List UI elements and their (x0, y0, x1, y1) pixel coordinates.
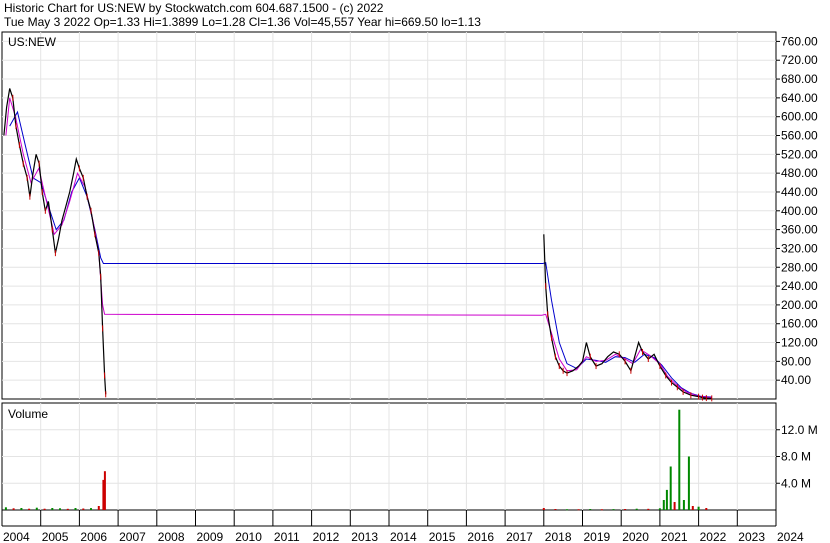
y-tick-label: 560.00 (781, 129, 818, 143)
x-tick-label: 2013 (351, 530, 378, 543)
volume-bar (669, 466, 672, 510)
volume-bar (59, 508, 61, 510)
x-tick-label: 2005 (42, 530, 69, 543)
volume-bar (600, 509, 603, 511)
x-tick-label: 2021 (661, 530, 688, 543)
y-tick-label: 480.00 (781, 166, 818, 180)
volume-bar (589, 509, 592, 510)
x-tick-label: 2020 (622, 530, 649, 543)
y-tick-label: 400.00 (781, 204, 818, 218)
volume-bar (74, 508, 77, 510)
y-tick-label: 600.00 (781, 110, 818, 124)
x-tick-label: 2022 (700, 530, 727, 543)
volume-bar (682, 500, 685, 510)
x-tick-label: 2018 (545, 530, 572, 543)
y-tick-label: 720.00 (781, 53, 818, 67)
x-tick-label: 2023 (738, 530, 765, 543)
volume-bar (542, 508, 545, 510)
y-tick-label: 520.00 (781, 147, 818, 161)
y-tick-label: 760.00 (781, 34, 818, 48)
volume-bar (612, 509, 615, 511)
volume-bar (566, 509, 568, 511)
volume-bar (705, 508, 708, 510)
volume-bar (635, 508, 638, 510)
volume-bar (4, 507, 7, 510)
volume-bar (97, 506, 100, 510)
volume-bar (20, 508, 23, 510)
volume-tick-label: 12.0 M (781, 423, 818, 437)
x-tick-label: 2014 (390, 530, 417, 543)
volume-bar (51, 508, 54, 510)
chart-canvas: 2004 2005 2006 2007 2008 2009 2010 2011 2012 2013… (1, 31, 818, 543)
volume-bar (82, 508, 85, 510)
y-tick-label: 360.00 (781, 223, 818, 237)
volume-bar (577, 509, 580, 511)
volume-bar (43, 508, 46, 510)
volume-bar (554, 509, 557, 510)
x-tick-label: 2010 (235, 530, 262, 543)
x-tick-label: 2008 (158, 530, 185, 543)
volume-bar (624, 509, 627, 510)
y-tick-label: 200.00 (781, 298, 818, 312)
x-tick-label: 2004 (3, 530, 30, 543)
price-panel-title: US:NEW (8, 35, 57, 49)
volume-bar (697, 506, 700, 510)
volume-bar (687, 456, 690, 510)
volume-tick-label: 4.0 M (781, 476, 811, 490)
volume-bar (662, 500, 665, 510)
x-tick-label: 2007 (119, 530, 146, 543)
y-tick-label: 680.00 (781, 72, 818, 86)
volume-bar (647, 508, 650, 510)
y-tick-label: 80.00 (781, 354, 811, 368)
x-tick-label: 2012 (313, 530, 340, 543)
volume-panel-title: Volume (8, 407, 48, 421)
volume-bar (35, 507, 38, 510)
x-tick-label: 2019 (584, 530, 611, 543)
y-tick-label: 160.00 (781, 317, 818, 331)
volume-bar (665, 489, 668, 510)
x-tick-label: 2006 (80, 530, 107, 543)
y-tick-label: 440.00 (781, 185, 818, 199)
y-tick-label: 280.00 (781, 260, 818, 274)
chart-page: Historic Chart for US:NEW by Stockwatch.… (0, 0, 830, 543)
x-tick-label: 2015 (429, 530, 456, 543)
volume-bar (691, 506, 694, 510)
y-tick-label: 240.00 (781, 279, 818, 293)
x-tick-label: 2024 (777, 530, 804, 543)
volume-bar (66, 508, 69, 510)
y-tick-label: 120.00 (781, 336, 818, 350)
x-tick-label: 2017 (506, 530, 533, 543)
x-tick-label: 2016 (467, 530, 494, 543)
volume-bar (12, 508, 15, 510)
x-tick-label: 2011 (274, 530, 300, 543)
volume-bar (28, 508, 31, 510)
volume-bar (678, 409, 681, 510)
volume-bar (673, 502, 676, 510)
y-tick-label: 640.00 (781, 91, 818, 105)
volume-bar (103, 471, 106, 510)
volume-bar (658, 508, 661, 510)
x-tick-label: 2009 (197, 530, 224, 543)
y-tick-label: 40.00 (781, 373, 811, 387)
y-tick-label: 320.00 (781, 241, 818, 255)
volume-tick-label: 8.0 M (781, 450, 811, 464)
volume-bar (90, 508, 92, 510)
